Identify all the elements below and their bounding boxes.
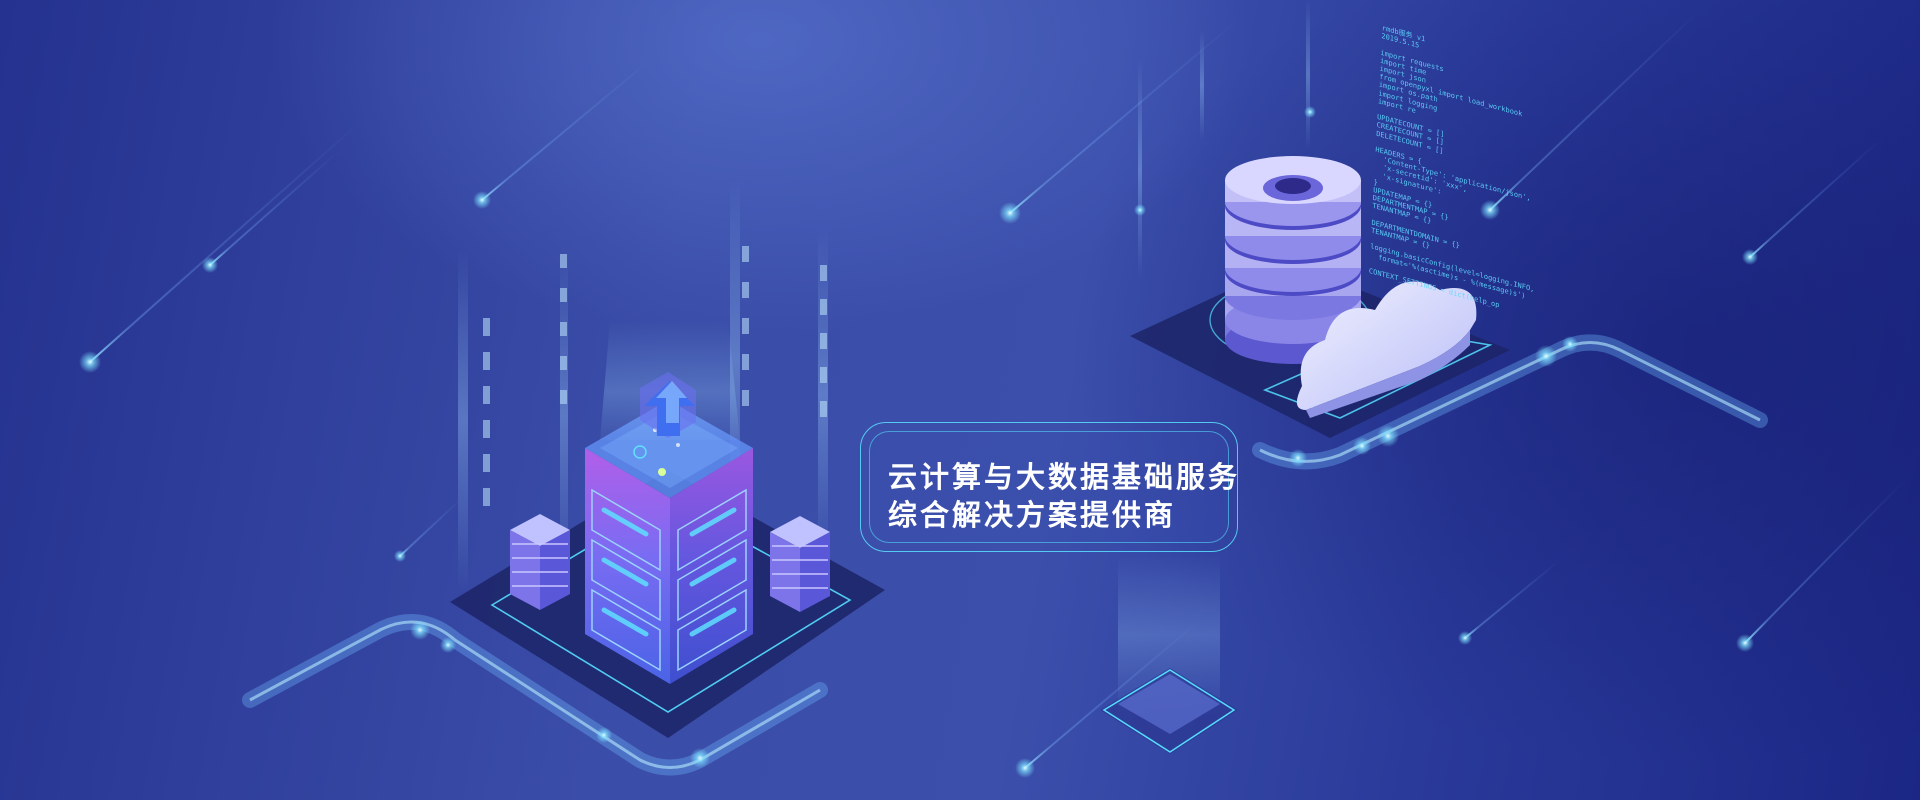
hero-banner: rmdb服务 v1 2019.5.15 import requests import… [0, 0, 1920, 800]
tagline-line-1: 云计算与大数据基础服务 [888, 460, 1241, 494]
light-streaks [89, 9, 1906, 769]
code-panel: rmdb服务 v1 2019.5.15 import requests import… [1366, 24, 1541, 363]
upload-arrow-icon [600, 320, 740, 440]
tagline-box: 云计算与大数据基础服务 综合解决方案提供商 [860, 422, 1238, 552]
tagline-line-2: 综合解决方案提供商 [888, 498, 1177, 532]
server-tower-icon [585, 400, 753, 684]
isometric-scene [79, 0, 1906, 778]
tagline-inner-frame: 云计算与大数据基础服务 综合解决方案提供商 [869, 431, 1237, 543]
floating-tile [1100, 555, 1238, 754]
